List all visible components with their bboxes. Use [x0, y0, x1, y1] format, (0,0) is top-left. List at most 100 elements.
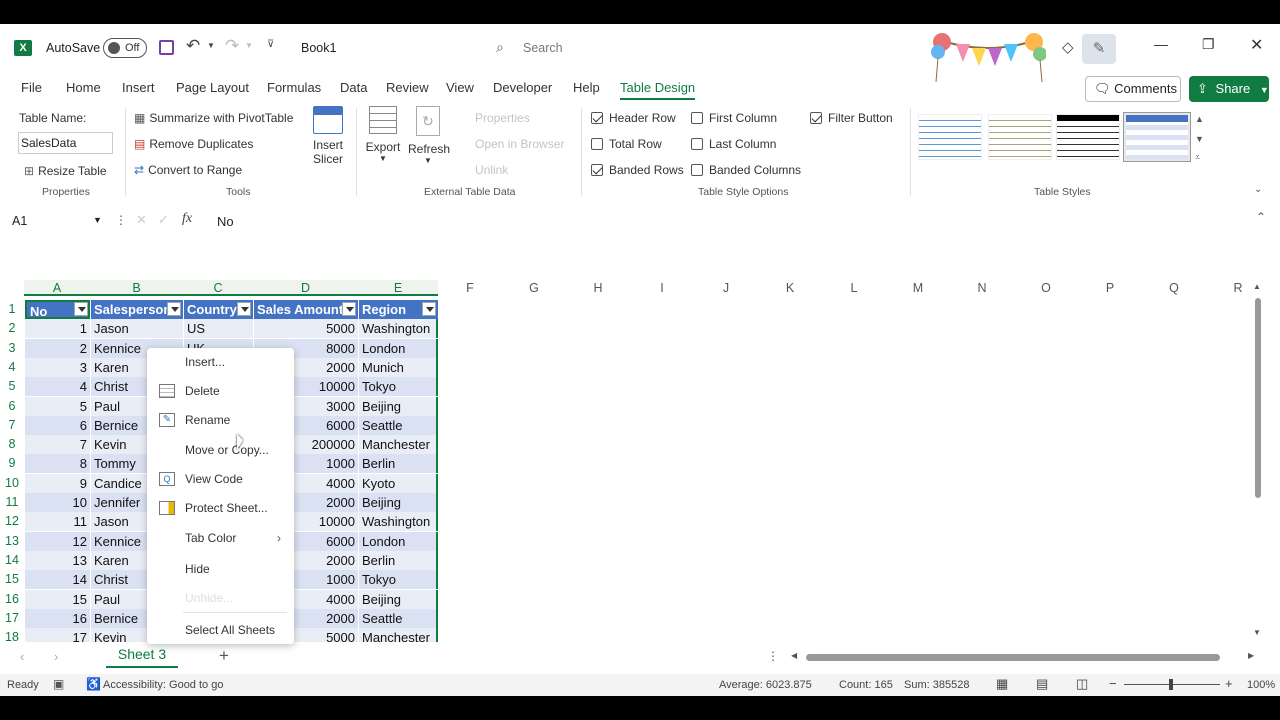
cancel-icon[interactable]: ✕	[136, 212, 147, 228]
filter-button-checkbox[interactable]: Filter Button	[810, 111, 893, 125]
row-header[interactable]: 1	[0, 300, 24, 319]
row-header[interactable]: 16	[0, 590, 24, 609]
table-cell[interactable]: 11	[25, 512, 90, 532]
prev-sheet-icon[interactable]: ‹	[20, 649, 24, 664]
customize-qat-icon[interactable]: ⊽	[267, 39, 274, 50]
diamond-icon[interactable]: ◇	[1062, 38, 1074, 56]
scroll-up-icon[interactable]: ▲	[1253, 282, 1261, 291]
table-cell[interactable]: Berlin	[359, 550, 438, 570]
tab-view[interactable]: View	[446, 80, 474, 95]
sheet-tab-active[interactable]: Sheet 3	[106, 642, 178, 668]
table-cell[interactable]: Beijing	[359, 493, 438, 512]
row-header[interactable]: 5	[0, 377, 24, 396]
table-cell[interactable]: 5000	[254, 319, 358, 339]
enter-icon[interactable]: ✓	[158, 212, 169, 228]
banded-rows-checkbox[interactable]: Banded Rows	[591, 163, 684, 177]
row-header[interactable]: 11	[0, 493, 24, 512]
last-column-checkbox[interactable]: Last Column	[691, 137, 776, 151]
menu-rename[interactable]: ✎ Rename	[147, 408, 294, 432]
row-header[interactable]: 14	[0, 551, 24, 570]
column-header[interactable]: B	[90, 280, 183, 296]
hscroll-right-icon[interactable]: ▶	[1248, 651, 1254, 660]
table-cell[interactable]: 4	[25, 377, 90, 397]
comments-button[interactable]: 🗨 Comments	[1085, 76, 1181, 102]
table-cell[interactable]: 16	[25, 608, 90, 628]
filter-dropdown-icon[interactable]	[422, 302, 436, 316]
horizontal-scroll-thumb[interactable]	[806, 654, 1220, 661]
unlink-button[interactable]: Unlink	[475, 163, 508, 177]
filter-dropdown-icon[interactable]	[237, 302, 251, 316]
convert-range-button[interactable]: ⇄ Convert to Range	[134, 163, 242, 177]
tab-review[interactable]: Review	[386, 80, 429, 95]
table-cell[interactable]: London	[359, 338, 438, 358]
undo-dropdown-icon[interactable]: ▼	[207, 41, 215, 50]
zoom-level[interactable]: 100%	[1247, 679, 1275, 691]
tab-data[interactable]: Data	[340, 80, 367, 95]
table-cell[interactable]: Seattle	[359, 415, 438, 435]
remove-duplicates-button[interactable]: ▤ Remove Duplicates	[134, 137, 253, 151]
tab-home[interactable]: Home	[66, 80, 101, 95]
page-layout-view-icon[interactable]: ▤	[1036, 676, 1048, 692]
column-header[interactable]: O	[1014, 280, 1078, 296]
table-cell[interactable]: Tokyo	[359, 377, 438, 397]
column-header[interactable]: L	[822, 280, 886, 296]
menu-select-all-sheets[interactable]: Select All Sheets	[147, 618, 294, 642]
table-cell[interactable]: 7	[25, 435, 90, 455]
table-cell[interactable]: London	[359, 531, 438, 551]
filter-dropdown-icon[interactable]	[74, 302, 88, 316]
column-header[interactable]: H	[566, 280, 630, 296]
column-header[interactable]: N	[950, 280, 1014, 296]
row-header[interactable]: 18	[0, 628, 24, 642]
row-header[interactable]: 4	[0, 358, 24, 377]
row-header[interactable]: 13	[0, 532, 24, 551]
filter-dropdown-icon[interactable]	[167, 302, 181, 316]
refresh-button[interactable]: ↻ Refresh ▼	[408, 106, 450, 165]
vertical-scrollbar[interactable]: ▲ ▼	[1252, 280, 1264, 642]
name-box[interactable]: A1	[12, 214, 27, 228]
table-cell[interactable]: Beijing	[359, 396, 438, 416]
expand-formula-icon[interactable]: ⌃	[1256, 210, 1266, 224]
minimize-icon[interactable]: —	[1154, 36, 1168, 52]
menu-insert[interactable]: Insert...	[147, 350, 294, 374]
table-cell[interactable]: 1	[25, 319, 90, 339]
row-header[interactable]: 8	[0, 435, 24, 454]
menu-delete[interactable]: Delete	[147, 379, 294, 403]
insert-function-icon[interactable]: fx	[182, 211, 192, 227]
scroll-down-icon[interactable]: ▼	[1253, 628, 1261, 637]
table-cell[interactable]: Washington	[359, 512, 438, 532]
table-cell[interactable]: 6	[25, 415, 90, 435]
table-cell[interactable]: Tokyo	[359, 570, 438, 590]
row-header[interactable]: 6	[0, 397, 24, 416]
column-header[interactable]: M	[886, 280, 950, 296]
tab-insert[interactable]: Insert	[122, 80, 155, 95]
collapse-ribbon-icon[interactable]: ⌄	[1254, 184, 1262, 195]
table-cell[interactable]: Jason	[91, 319, 183, 339]
filter-dropdown-icon[interactable]	[342, 302, 356, 316]
share-button[interactable]: ⇪ Share ▼	[1189, 76, 1269, 102]
properties-button[interactable]: Properties	[475, 111, 530, 125]
column-header[interactable]: C	[183, 280, 253, 296]
column-header[interactable]: G	[502, 280, 566, 296]
menu-tab-color[interactable]: Tab Color ›	[147, 526, 294, 550]
accessibility-status[interactable]: Accessibility: Good to go	[103, 679, 223, 691]
row-header[interactable]: 12	[0, 512, 24, 531]
accessibility-icon[interactable]: ♿	[86, 677, 101, 691]
resize-table-button[interactable]: ⊞ Resize Table	[24, 164, 107, 178]
total-row-checkbox[interactable]: Total Row	[591, 137, 662, 151]
tab-split-handle-icon[interactable]: ⋮	[767, 649, 779, 663]
tab-page-layout[interactable]: Page Layout	[176, 80, 249, 95]
table-cell[interactable]: Beijing	[359, 589, 438, 609]
table-name-input[interactable]: SalesData	[18, 132, 113, 154]
export-button[interactable]: Export ▼	[365, 106, 401, 163]
tab-formulas[interactable]: Formulas	[267, 80, 321, 95]
zoom-in-icon[interactable]: +	[1225, 676, 1233, 691]
banded-columns-checkbox[interactable]: Banded Columns	[691, 163, 801, 177]
row-header[interactable]: 9	[0, 454, 24, 473]
table-style-4-selected[interactable]	[1123, 112, 1191, 162]
column-header[interactable]: I	[630, 280, 694, 296]
table-cell[interactable]: 9	[25, 473, 90, 493]
column-header[interactable]: J	[694, 280, 758, 296]
insert-slicer-button[interactable]: Insert Slicer	[310, 106, 346, 166]
tab-file[interactable]: File	[21, 80, 42, 95]
table-cell[interactable]: Munich	[359, 357, 438, 377]
